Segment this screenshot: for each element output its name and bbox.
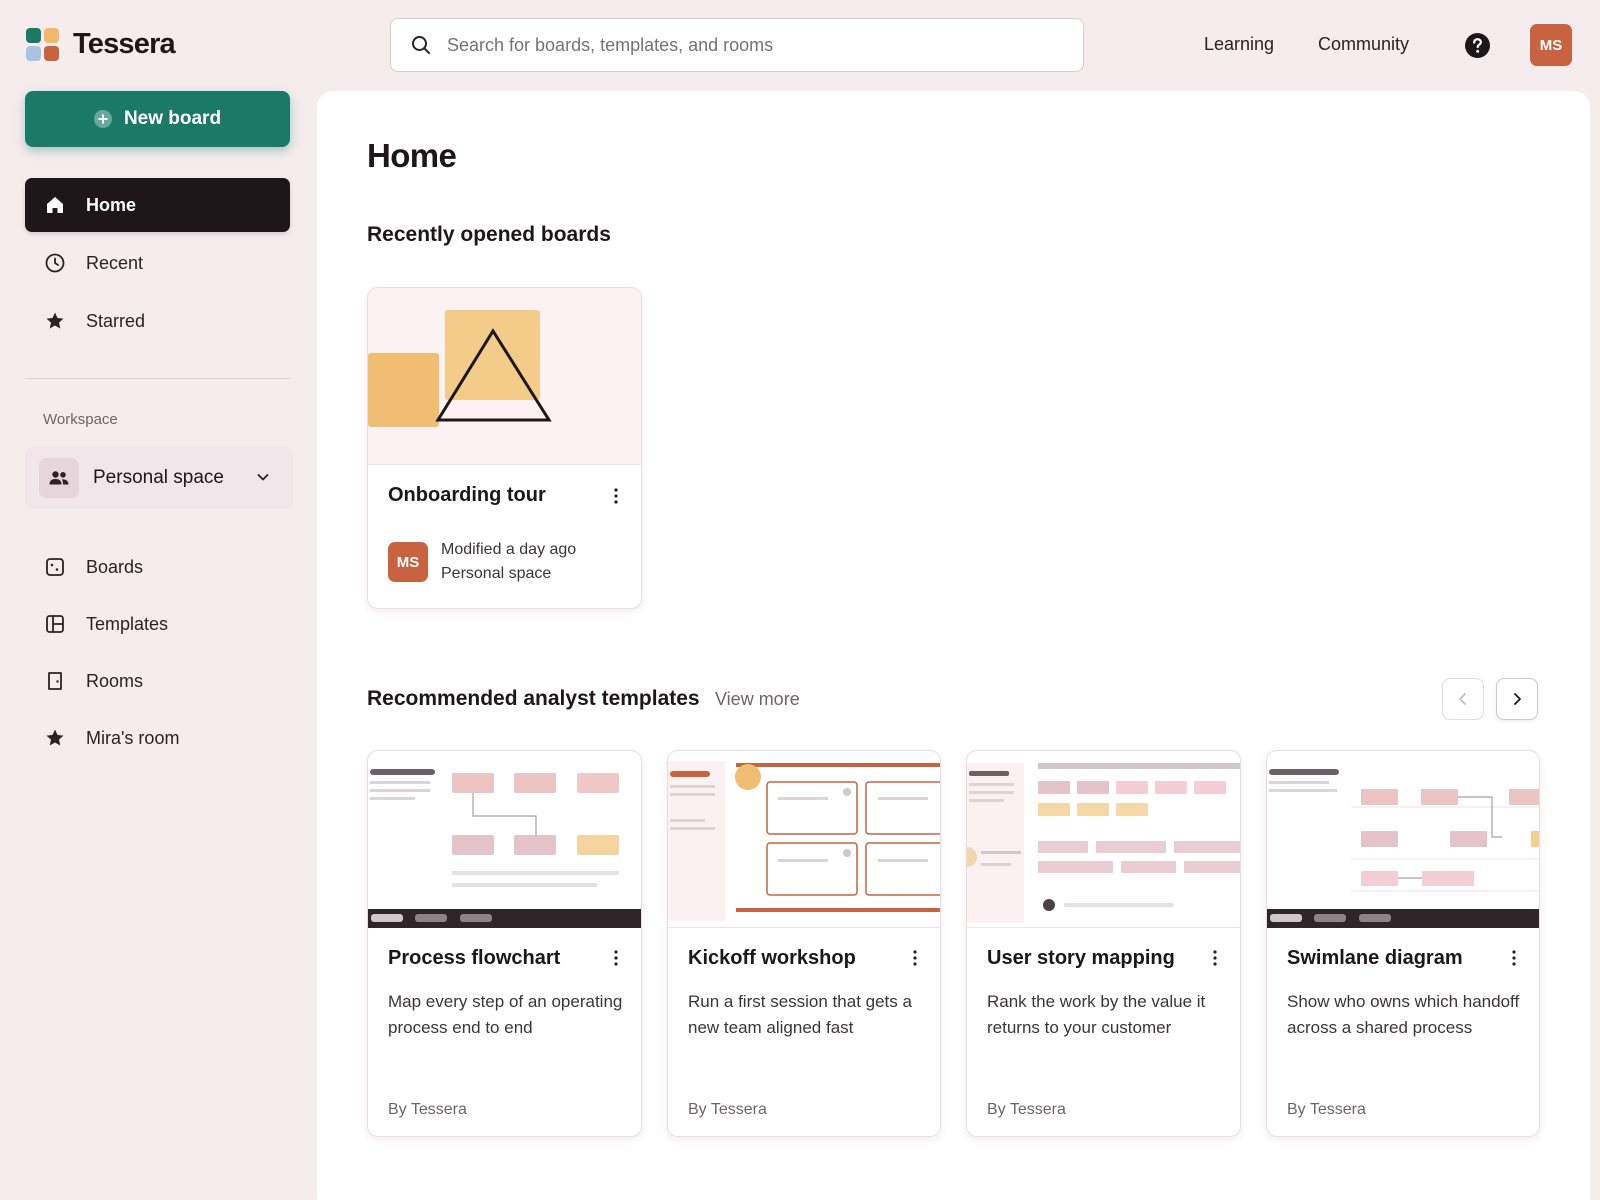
workspace-select[interactable]: Personal space [25, 447, 293, 509]
question-circle-icon[interactable] [1465, 33, 1490, 58]
sidebar-item-label: Recent [86, 252, 144, 273]
sidebar-item-label: Home [86, 194, 137, 215]
carousel-next-button[interactable] [1496, 678, 1538, 720]
template-thumbnail [668, 751, 940, 928]
carousel-prev-button[interactable] [1442, 678, 1484, 720]
main-content: Home Recently opened boards Onboarding t… [317, 91, 1590, 1200]
chevron-left-icon [1459, 693, 1466, 705]
sidebar-item-home[interactable]: Home [25, 178, 290, 232]
template-card-user-story-mapping[interactable]: User story mapping Rank the work by the … [966, 750, 1241, 1137]
template-description: Run a first session that gets a new team… [688, 992, 912, 1037]
template-thumbnail [967, 751, 1240, 928]
board-title: Onboarding tour [388, 484, 546, 506]
board-modified: Modified a day ago [441, 541, 577, 558]
door-icon [48, 672, 62, 690]
nav-link-learning[interactable]: Learning [1204, 34, 1274, 55]
page-title: Home [367, 137, 457, 174]
sidebar-item-miras-room[interactable]: Mira's room [25, 711, 290, 765]
sidebar-item-rooms[interactable]: Rooms [25, 654, 290, 708]
sidebar-divider [25, 378, 290, 379]
chevron-down-icon [257, 474, 269, 481]
board-icon [46, 558, 64, 576]
new-board-button[interactable]: New board [25, 91, 290, 147]
templates-icon [46, 615, 64, 633]
template-title: User story mapping [987, 947, 1175, 969]
more-options-icon[interactable] [606, 485, 626, 507]
template-author: By Tessera [388, 1101, 467, 1118]
more-options-icon[interactable] [1504, 947, 1524, 969]
owner-avatar: MS [388, 542, 428, 582]
sidebar-item-starred[interactable]: Starred [25, 294, 290, 348]
template-title: Swimlane diagram [1287, 947, 1463, 969]
new-board-label: New board [123, 108, 222, 129]
star-icon [46, 729, 64, 746]
search-bar[interactable] [390, 18, 1084, 72]
more-options-icon[interactable] [905, 947, 925, 969]
template-thumbnail [368, 751, 641, 928]
template-title: Process flowchart [388, 947, 561, 969]
logo-mark-icon [26, 28, 59, 61]
plus-icon [93, 110, 112, 128]
more-options-icon[interactable] [606, 947, 626, 969]
nav-link-community[interactable]: Community [1318, 34, 1409, 55]
template-author: By Tessera [1287, 1101, 1366, 1118]
sidebar-item-boards[interactable]: Boards [25, 540, 290, 594]
home-icon [47, 197, 63, 213]
template-thumbnail [1267, 751, 1539, 928]
people-icon [39, 458, 79, 498]
search-input[interactable] [447, 34, 1047, 56]
template-author: By Tessera [987, 1101, 1066, 1118]
more-options-icon[interactable] [1205, 947, 1225, 969]
app-logo[interactable]: Tessera [26, 28, 176, 61]
templates-heading: Recommended analyst templates [367, 687, 700, 710]
app-name: Tessera [73, 28, 176, 60]
sidebar-item-templates[interactable]: Templates [25, 597, 290, 651]
recent-boards-heading: Recently opened boards [367, 223, 611, 246]
star-icon [46, 312, 64, 329]
template-card-kickoff-workshop[interactable]: Kickoff workshop Run a first session tha… [667, 750, 941, 1137]
template-description: Map every step of an operating process e… [388, 992, 623, 1037]
sidebar-item-label: Starred [86, 310, 146, 331]
swimlane-thumbnail-icon [1267, 769, 1539, 928]
chevron-right-icon [1514, 693, 1521, 705]
view-more-link[interactable]: View more [715, 689, 800, 710]
sidebar-item-label: Rooms [86, 670, 144, 691]
sidebar-item-recent[interactable]: Recent [25, 236, 290, 290]
flowchart-thumbnail-icon [368, 769, 641, 928]
shapes-thumbnail-icon [368, 310, 552, 427]
story-map-thumbnail-icon [967, 763, 1240, 923]
board-card-onboarding-tour[interactable]: Onboarding tour MS Modified a day ago Pe… [367, 287, 642, 609]
user-avatar[interactable]: MS [1530, 24, 1572, 66]
sidebar-item-label: Mira's room [86, 727, 180, 748]
board-location: Personal space [441, 565, 552, 582]
template-title: Kickoff workshop [688, 947, 856, 969]
template-description: Show who owns which handoff across a sha… [1287, 992, 1520, 1037]
workspace-selected: Personal space [93, 467, 224, 488]
template-card-process-flowchart[interactable]: Process flowchart Map every step of an o… [367, 750, 642, 1137]
template-card-swimlane-diagram[interactable]: Swimlane diagram Show who owns which han… [1266, 750, 1540, 1137]
sidebar-item-label: Templates [86, 613, 169, 634]
workspace-label: Workspace [43, 411, 118, 428]
template-author: By Tessera [688, 1101, 767, 1118]
template-description: Rank the work by the value it returns to… [987, 992, 1206, 1037]
search-icon [412, 36, 430, 54]
clock-icon [45, 253, 65, 273]
board-thumbnail [368, 288, 641, 465]
workshop-thumbnail-icon [668, 761, 940, 921]
sidebar-item-label: Boards [86, 556, 144, 577]
